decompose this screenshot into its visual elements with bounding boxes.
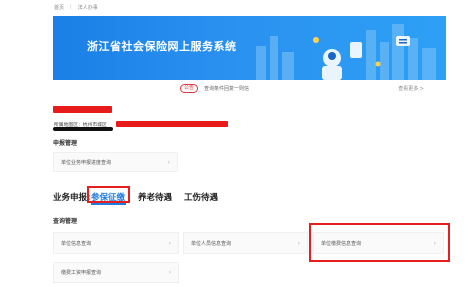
card-label: 单位信息查询 [61, 240, 92, 247]
card-wage-declare[interactable]: 缴费工资申报查询 › [53, 262, 179, 283]
breadcrumb: 首页 | 法人办事 [54, 4, 98, 11]
card-label: 单位人员信息查询 [191, 240, 232, 247]
city-skyline-illustration [256, 24, 436, 80]
redacted-unit-name [53, 106, 112, 113]
chevron-right-icon: › [168, 239, 171, 247]
tab-work-injury[interactable]: 工伤待遇 [184, 191, 218, 203]
card-unit-staff-info[interactable]: 单位人员信息查询 › [183, 232, 308, 254]
breadcrumb-current[interactable]: 法人办事 [78, 4, 98, 11]
business-label: 业务申报: [53, 193, 91, 203]
notice-badge: 公告 [180, 84, 199, 93]
banner-title: 浙江省社会保险网上服务系统 [87, 40, 237, 53]
card-label: 单位业务申报进度查询 [61, 159, 112, 166]
highlight-box [309, 223, 450, 262]
tab-pension[interactable]: 养老待遇 [138, 191, 172, 203]
card-declare-progress[interactable]: 单位业务申报进度查询 › [53, 152, 178, 172]
notice-bar: 公告 查询条件回复一则信 查看更多 > [180, 84, 440, 93]
breadcrumb-home[interactable]: 首页 [54, 4, 64, 11]
card-unit-info[interactable]: 单位信息查询 › [53, 232, 179, 254]
chevron-right-icon: › [167, 158, 170, 166]
active-tab-underline [91, 203, 126, 205]
declare-manage-heading: 申报管理 [53, 140, 78, 147]
notice-more-link[interactable]: 查看更多 > [398, 85, 424, 92]
banner: 浙江省社会保险网上服务系统 [53, 16, 446, 80]
breadcrumb-separator: | [70, 4, 72, 10]
chevron-right-icon: › [168, 269, 171, 276]
notice-text[interactable]: 查询条件回复一则信 [204, 85, 249, 92]
redacted-unit-id [116, 121, 228, 127]
highlight-tab-outline [87, 186, 130, 203]
card-label: 缴费工资申报查询 [61, 270, 102, 276]
query-manage-heading: 查询管理 [53, 218, 78, 225]
chevron-right-icon: › [297, 239, 300, 247]
redaction-bar [53, 127, 113, 131]
